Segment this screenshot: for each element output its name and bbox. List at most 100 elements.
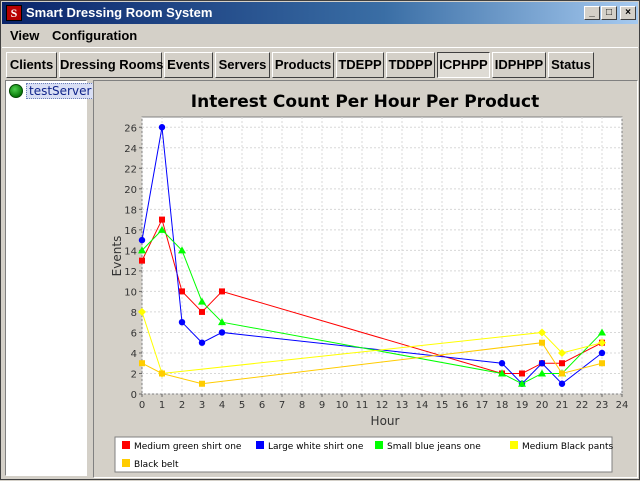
x-tick-label: 2 [179,400,185,411]
x-tick-label: 17 [476,400,489,411]
x-tick-label: 23 [596,400,609,411]
tab-dressing-rooms[interactable]: Dressing Rooms [59,52,163,78]
y-tick-label: 16 [124,226,137,237]
x-tick-label: 4 [219,400,225,411]
y-tick-label: 14 [124,246,137,257]
x-tick-label: 12 [376,400,389,411]
close-button[interactable]: × [620,6,636,20]
data-point [138,236,146,244]
y-tick-label: 22 [124,164,137,175]
x-tick-label: 10 [336,400,349,411]
maximize-button[interactable]: □ [601,6,617,20]
y-tick-label: 12 [124,267,137,278]
line-chart: Interest Count Per Hour Per Product 0123… [110,92,629,473]
y-tick-label: 8 [131,308,137,319]
tab-status[interactable]: Status [548,52,594,78]
menu-bar: View Configuration [2,25,638,47]
y-tick-label: 0 [131,390,137,401]
data-point [139,360,145,367]
data-point [598,349,606,357]
title-bar[interactable]: S Smart Dressing Room System _ □ × [2,2,638,24]
x-tick-label: 14 [416,400,429,411]
data-point [538,360,546,367]
tab-bar: Clients Dressing Rooms Events Servers Pr… [2,47,638,79]
data-point [559,360,565,367]
legend-entry: Small blue jeans one [387,442,481,452]
tab-clients[interactable]: Clients [6,52,57,78]
minimize-button[interactable]: _ [584,6,600,20]
y-tick-label: 20 [124,185,137,196]
x-tick-label: 0 [139,400,145,411]
data-point [599,360,605,367]
y-tick-label: 4 [131,349,137,360]
y-axis-label: Events [110,236,124,277]
legend-entry: Large white shirt one [268,442,364,452]
legend-swatch [510,441,518,449]
y-tick-label: 18 [124,205,137,216]
legend-swatch [122,459,130,467]
x-tick-label: 7 [279,400,285,411]
chart-panel: Interest Count Per Hour Per Product 0123… [93,80,638,478]
y-tick-label: 26 [124,123,137,134]
tab-events[interactable]: Events [164,52,213,78]
x-tick-label: 16 [456,400,469,411]
data-point [159,370,165,377]
data-point [139,257,145,264]
tab-tdepp[interactable]: TDEPP [336,52,384,78]
x-tick-label: 5 [239,400,245,411]
data-point [219,288,225,295]
x-tick-label: 22 [576,400,589,411]
x-tick-label: 11 [356,400,369,411]
data-point [498,360,506,367]
x-tick-label: 3 [199,400,205,411]
data-point [159,216,165,223]
app-window: S Smart Dressing Room System _ □ × View … [0,0,640,480]
x-tick-label: 8 [299,400,305,411]
window-title: Smart Dressing Room System [26,5,213,20]
server-tree[interactable]: testServer [5,80,95,476]
data-point [199,308,205,315]
app-logo-icon[interactable]: S [6,5,22,21]
data-point [178,318,186,326]
data-point [198,339,206,346]
data-point [179,288,185,295]
data-point [519,370,525,377]
legend-entry: Black belt [134,460,179,470]
tab-icphpp[interactable]: ICPHPP [437,52,490,78]
y-tick-label: 6 [131,328,137,339]
x-tick-label: 20 [536,400,549,411]
x-tick-label: 9 [319,400,325,411]
menu-configuration[interactable]: Configuration [52,28,137,43]
x-tick-label: 1 [159,400,165,411]
data-point [158,124,166,131]
y-tick-label: 2 [131,369,137,380]
data-point [559,370,565,377]
x-tick-label: 24 [616,400,629,411]
x-tick-label: 6 [259,400,265,411]
data-point [218,329,226,336]
legend-entry: Medium Black pants [522,442,614,452]
data-point [199,380,205,387]
tab-products[interactable]: Products [272,52,334,78]
legend-swatch [375,441,383,449]
legend-swatch [256,441,264,449]
y-tick-label: 10 [124,287,137,298]
tab-servers[interactable]: Servers [215,52,270,78]
x-tick-label: 21 [556,400,569,411]
menu-view[interactable]: View [10,28,39,43]
server-tree-item[interactable]: testServer [26,83,95,99]
server-status-icon [9,84,23,98]
tab-idphpp[interactable]: IDPHPP [492,52,546,78]
data-point [539,339,545,346]
x-tick-label: 15 [436,400,449,411]
tab-tddpp[interactable]: TDDPP [386,52,435,78]
x-tick-label: 19 [516,400,529,411]
y-tick-label: 24 [124,144,137,155]
chart-title: Interest Count Per Hour Per Product [191,92,539,112]
x-tick-label: 18 [496,400,509,411]
data-point [558,380,566,387]
legend-entry: Medium green shirt one [134,442,242,452]
x-tick-label: 13 [396,400,409,411]
legend-swatch [122,441,130,449]
x-axis-label: Hour [371,414,400,428]
